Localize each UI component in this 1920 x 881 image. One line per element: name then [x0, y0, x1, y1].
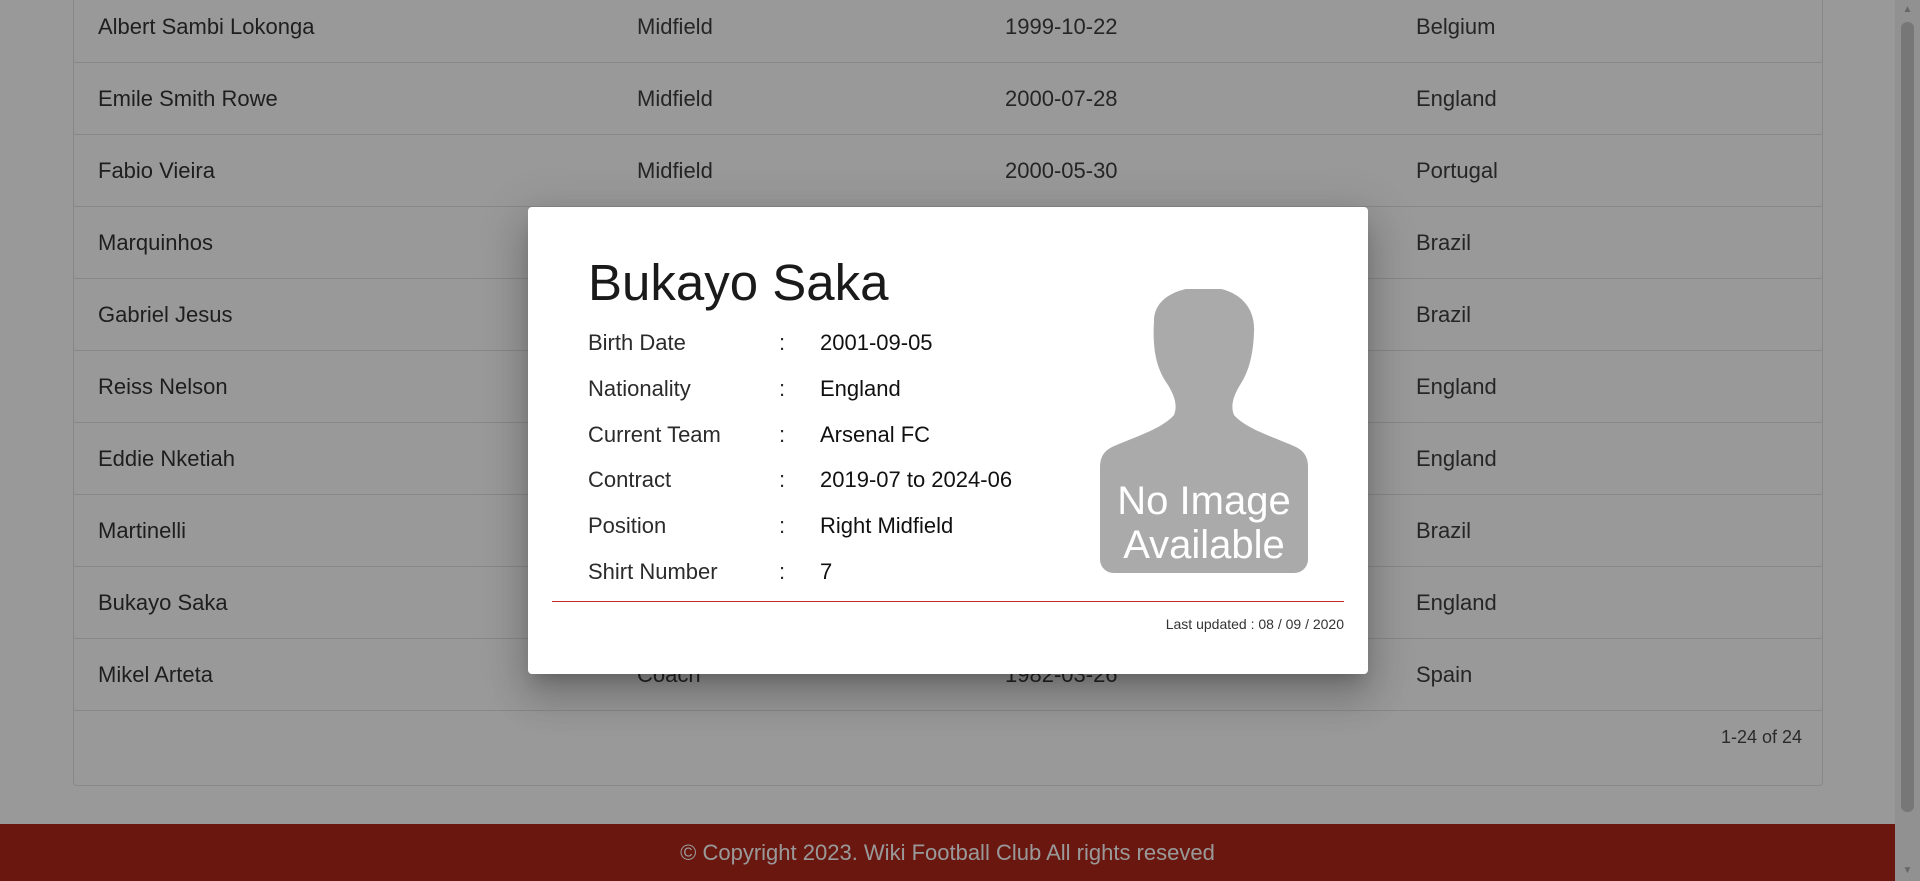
- field-colon: :: [779, 559, 786, 584]
- field-value: 2019-07 to 2024-06: [820, 467, 1013, 492]
- no-image-line-2: Available: [1123, 523, 1285, 567]
- field-label: Nationality: [588, 376, 691, 401]
- dialog-divider: [552, 601, 1344, 602]
- field-colon: :: [779, 467, 786, 492]
- no-image-line-1: No Image: [1117, 479, 1291, 523]
- field-label: Shirt Number: [588, 559, 718, 584]
- field-label: Current Team: [588, 422, 721, 447]
- field-colon: :: [779, 422, 786, 447]
- player-photo-placeholder: No Image Available: [1100, 289, 1308, 785]
- field-colon: :: [779, 376, 786, 401]
- field-label: Position: [588, 513, 667, 538]
- field-value: 2001-09-05: [820, 330, 933, 355]
- last-updated: Last updated : 08 / 09 / 2020: [1165, 616, 1344, 632]
- field-value: Arsenal FC: [820, 422, 931, 447]
- field-value: England: [820, 376, 901, 401]
- field-value: 7: [820, 559, 833, 584]
- field-label: Birth Date: [588, 330, 686, 355]
- field-value: Right Midfield: [820, 513, 954, 538]
- player-title: Bukayo Saka: [588, 254, 889, 311]
- field-colon: :: [779, 330, 786, 355]
- no-image-text: No Image Available: [1100, 479, 1308, 567]
- player-detail-dialog: Bukayo Saka Birth Date : 2001-09-05 Nati…: [528, 207, 1368, 674]
- field-label: Contract: [588, 467, 672, 492]
- field-colon: :: [779, 513, 786, 538]
